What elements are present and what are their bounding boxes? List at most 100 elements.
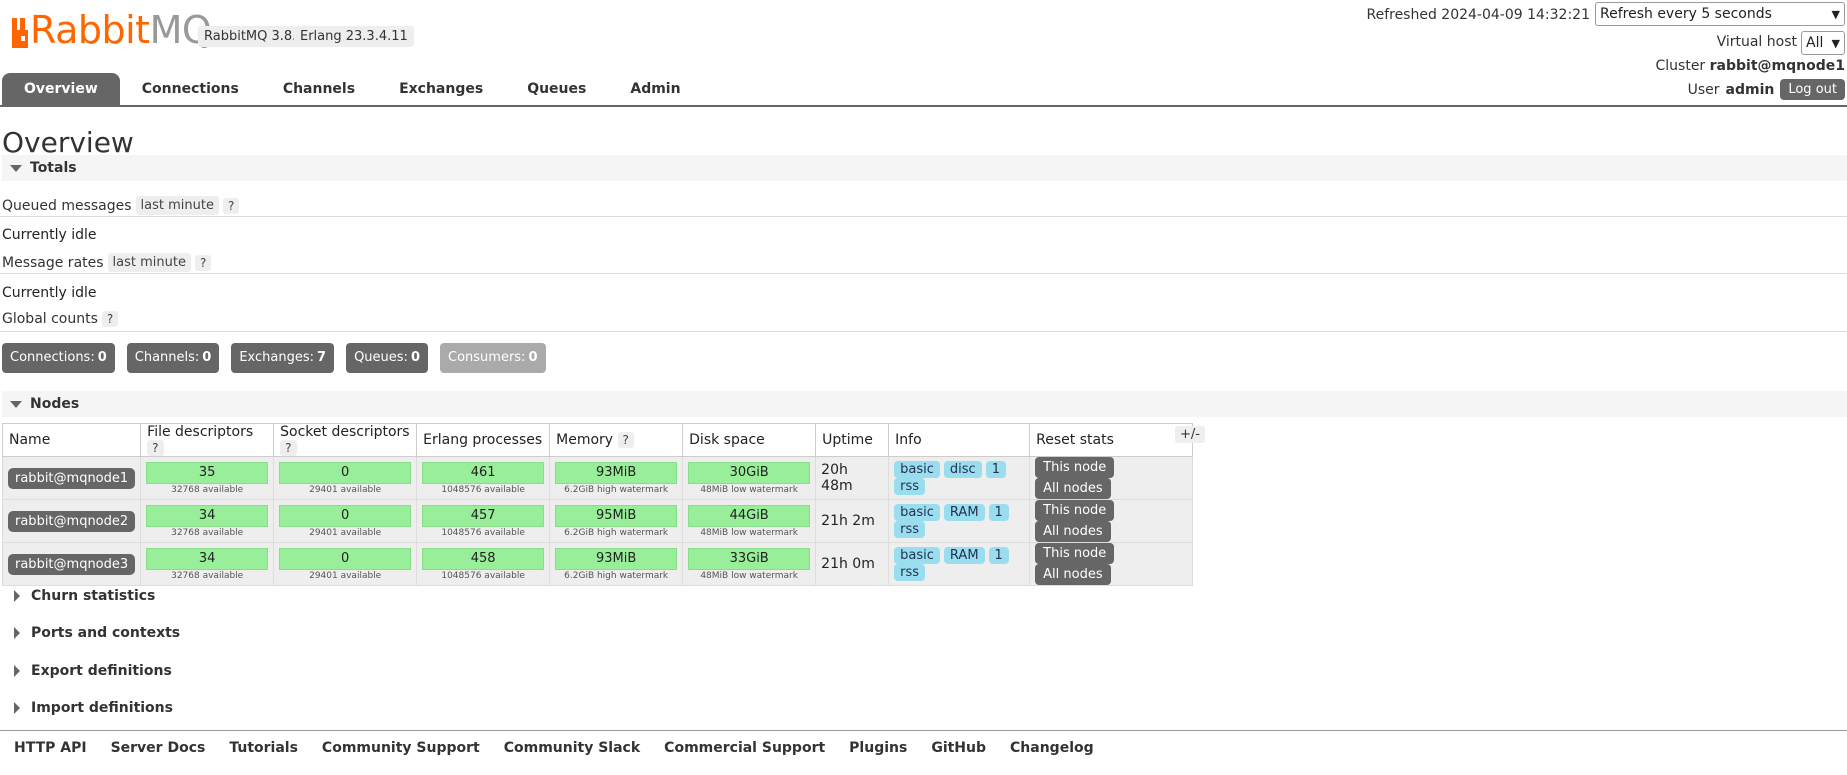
disk-watermark: 48MiB low watermark xyxy=(700,484,798,495)
col-name[interactable]: Name xyxy=(1,423,142,457)
help-icon[interactable]: ? xyxy=(147,440,164,456)
footer-link-community-slack[interactable]: Community Slack xyxy=(504,740,640,756)
footer-divider xyxy=(0,730,1847,731)
socket-descriptors-available: 29401 available xyxy=(309,484,382,495)
logout-button[interactable]: Log out xyxy=(1780,79,1845,100)
totals-heading: Totals xyxy=(30,160,77,176)
virtual-host-label: Virtual host xyxy=(1716,34,1797,50)
section-label: Churn statistics xyxy=(31,588,156,604)
nodes-table: Name File descriptors ? Socket descripto… xyxy=(1,423,1194,586)
socket-descriptors-bar: 0 xyxy=(279,547,412,570)
message-rates-row: Message rates last minute ? xyxy=(2,253,212,272)
memory-watermark: 6.2GiB high watermark xyxy=(564,570,669,581)
reset-all-nodes-button[interactable]: All nodes xyxy=(1035,478,1111,499)
reset-all-nodes-button[interactable]: All nodes xyxy=(1035,564,1111,585)
help-icon[interactable]: ? xyxy=(222,197,240,214)
global-counts-label: Global counts xyxy=(2,311,98,327)
footer-link-community-support[interactable]: Community Support xyxy=(322,740,480,756)
tab-admin[interactable]: Admin xyxy=(608,73,702,106)
rabbit-logo-icon xyxy=(12,12,28,48)
table-row: rabbit@mqnode3 34 32768 available 0 29401 … xyxy=(1,542,1194,586)
node-name-link[interactable]: rabbit@mqnode3 xyxy=(8,553,136,575)
user-name: admin xyxy=(1725,81,1775,98)
exchanges-count-button[interactable]: Exchanges: 7 xyxy=(231,343,335,373)
user-label: User xyxy=(1687,81,1720,98)
node-name-link[interactable]: rabbit@mqnode1 xyxy=(8,467,136,489)
col-info[interactable]: Info xyxy=(888,423,1031,457)
erlang-version-badge: Erlang 23.3.4.11 xyxy=(294,26,414,47)
nodes-section-header[interactable]: Nodes xyxy=(2,391,1847,417)
memory-watermark: 6.2GiB high watermark xyxy=(564,484,669,495)
tab-overview[interactable]: Overview xyxy=(2,73,120,106)
info-badge: RAM xyxy=(943,504,985,521)
help-icon[interactable]: ? xyxy=(101,311,119,327)
message-rates-range-selector[interactable]: last minute xyxy=(107,253,191,272)
help-icon[interactable]: ? xyxy=(280,440,297,456)
virtual-host-select[interactable]: All ▼ xyxy=(1801,31,1845,55)
info-badges: basic RAM 1 rss xyxy=(888,499,1031,543)
col-reset-stats[interactable]: Reset stats xyxy=(1029,423,1194,457)
col-socket-descriptors[interactable]: Socket descriptors ? xyxy=(273,423,418,457)
totals-section-header[interactable]: Totals xyxy=(2,155,1847,181)
footer-link-changelog[interactable]: Changelog xyxy=(1010,740,1094,756)
channels-count-button[interactable]: Channels: 0 xyxy=(126,343,220,373)
help-icon[interactable]: ? xyxy=(617,432,634,448)
import-definitions-section-header[interactable]: Import definitions xyxy=(2,698,173,718)
tab-connections[interactable]: Connections xyxy=(120,73,261,106)
col-uptime[interactable]: Uptime xyxy=(815,423,890,457)
queued-messages-range-selector[interactable]: last minute xyxy=(135,196,219,215)
tab-divider xyxy=(0,105,1847,107)
queued-messages-status: Currently idle xyxy=(2,227,97,243)
divider xyxy=(0,331,1847,332)
help-icon[interactable]: ? xyxy=(194,254,212,271)
disk-watermark: 48MiB low watermark xyxy=(700,527,798,538)
export-definitions-section-header[interactable]: Export definitions xyxy=(2,661,172,681)
col-file-descriptors[interactable]: File descriptors ? xyxy=(140,423,275,457)
queues-count-button[interactable]: Queues: 0 xyxy=(346,343,428,373)
global-counts-row: Global counts ? xyxy=(2,311,119,327)
main-nav-tabs: Overview Connections Channels Exchanges … xyxy=(2,73,703,106)
tab-queues[interactable]: Queues xyxy=(505,73,608,106)
reset-all-nodes-button[interactable]: All nodes xyxy=(1035,521,1111,542)
footer-link-commercial-support[interactable]: Commercial Support xyxy=(664,740,825,756)
tab-exchanges[interactable]: Exchanges xyxy=(377,73,505,106)
erlang-processes-available: 1048576 available xyxy=(441,570,525,581)
file-descriptors-available: 32768 available xyxy=(171,527,244,538)
socket-descriptors-available: 29401 available xyxy=(309,527,382,538)
uptime-value: 21h 0m xyxy=(815,542,890,586)
section-label: Export definitions xyxy=(31,663,172,679)
cluster-label: Cluster xyxy=(1655,58,1706,74)
disk-watermark: 48MiB low watermark xyxy=(700,570,798,581)
info-badge: 1 xyxy=(988,547,1009,564)
refresh-interval-select[interactable]: Refresh every 5 seconds ▼ xyxy=(1595,2,1845,26)
global-counts: Connections: 0 Channels: 0 Exchanges: 7 Que… xyxy=(2,343,546,373)
uptime-value: 21h 2m xyxy=(815,499,890,543)
col-erlang-processes[interactable]: Erlang processes xyxy=(416,423,551,457)
consumers-count-button[interactable]: Consumers: 0 xyxy=(440,343,546,373)
footer-link-github[interactable]: GitHub xyxy=(931,740,986,756)
ports-and-contexts-section-header[interactable]: Ports and contexts xyxy=(2,623,180,643)
column-toggle-button[interactable]: +/- xyxy=(1175,426,1205,443)
footer-link-tutorials[interactable]: Tutorials xyxy=(229,740,298,756)
refresh-interval-value: Refresh every 5 seconds xyxy=(1600,6,1772,22)
section-label: Ports and contexts xyxy=(31,625,181,641)
footer-link-server-docs[interactable]: Server Docs xyxy=(111,740,206,756)
info-badge: basic xyxy=(894,547,940,564)
socket-descriptors-bar: 0 xyxy=(279,461,412,484)
churn-statistics-section-header[interactable]: Churn statistics xyxy=(2,586,155,606)
col-memory[interactable]: Memory ? xyxy=(549,423,684,457)
info-badge: RAM xyxy=(943,547,985,564)
reset-this-node-button[interactable]: This node xyxy=(1035,457,1115,478)
col-disk-space[interactable]: Disk space xyxy=(682,423,817,457)
footer-link-plugins[interactable]: Plugins xyxy=(849,740,907,756)
reset-this-node-button[interactable]: This node xyxy=(1035,543,1115,564)
tab-channels[interactable]: Channels xyxy=(261,73,377,106)
reset-this-node-button[interactable]: This node xyxy=(1035,500,1115,521)
info-badge: disc xyxy=(943,461,982,478)
connections-count-button[interactable]: Connections: 0 xyxy=(2,343,115,373)
cluster-name: rabbit@mqnode1 xyxy=(1709,58,1845,74)
file-descriptors-bar: 34 xyxy=(146,504,269,527)
footer-link-http-api[interactable]: HTTP API xyxy=(14,740,87,756)
erlang-processes-bar: 461 xyxy=(422,461,545,484)
node-name-link[interactable]: rabbit@mqnode2 xyxy=(8,510,136,532)
